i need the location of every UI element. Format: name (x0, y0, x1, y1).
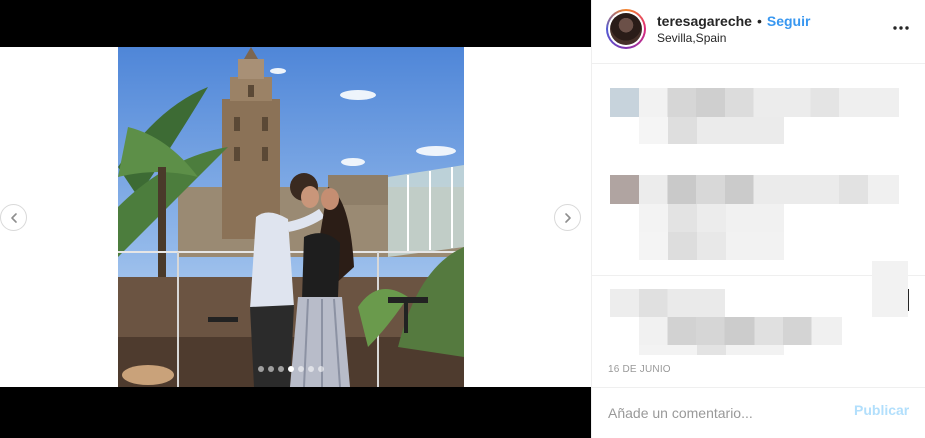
blurred-comment (639, 175, 899, 204)
blurred-avatar (610, 175, 639, 204)
carousel-dot (308, 366, 314, 372)
carousel-dot (258, 366, 264, 372)
comment-form: Publicar (592, 387, 925, 438)
avatar-frame (608, 11, 644, 47)
user-row: teresagareche • Seguir (657, 13, 810, 29)
avatar-image (610, 13, 642, 45)
post-comment-button[interactable]: Publicar (854, 402, 909, 418)
separator-dot: • (756, 13, 762, 29)
blurred-comment (872, 261, 908, 317)
carousel-dot (268, 366, 274, 372)
blurred-comment (639, 117, 784, 144)
previous-button[interactable] (0, 204, 27, 231)
post-date: 16 DE JUNIO (608, 364, 671, 375)
carousel-dot (298, 366, 304, 372)
more-options-button[interactable] (889, 16, 913, 40)
carousel-dot (288, 366, 294, 372)
carousel-dot (318, 366, 324, 372)
follow-button[interactable]: Seguir (767, 13, 811, 29)
location-link[interactable]: Sevilla,Spain (657, 31, 726, 45)
post-header: teresagareche • Seguir Sevilla,Spain (592, 0, 925, 64)
next-button[interactable] (554, 204, 581, 231)
post-side-panel: teresagareche • Seguir Sevilla,Spain 16 … (591, 0, 925, 438)
blurred-comment (639, 204, 784, 232)
avatar[interactable] (606, 9, 646, 49)
blurred-comment (639, 345, 784, 355)
blurred-comment (639, 88, 899, 117)
more-options-icon (893, 26, 909, 30)
comments-list (592, 65, 925, 355)
letterbox-top (0, 0, 591, 47)
text-cursor (908, 289, 909, 311)
blurred-comment (610, 289, 725, 317)
blurred-comment (639, 317, 842, 345)
carousel-indicator (258, 366, 324, 372)
post-photo[interactable] (118, 47, 464, 387)
chevron-left-icon (10, 212, 17, 223)
blurred-comment (639, 232, 784, 260)
comment-input[interactable] (608, 402, 838, 424)
carousel-dot (278, 366, 284, 372)
username-link[interactable]: teresagareche (657, 13, 752, 29)
media-viewer (0, 0, 591, 438)
blurred-avatar (610, 88, 639, 117)
letterbox-bottom (0, 387, 591, 438)
chevron-right-icon (564, 212, 571, 223)
